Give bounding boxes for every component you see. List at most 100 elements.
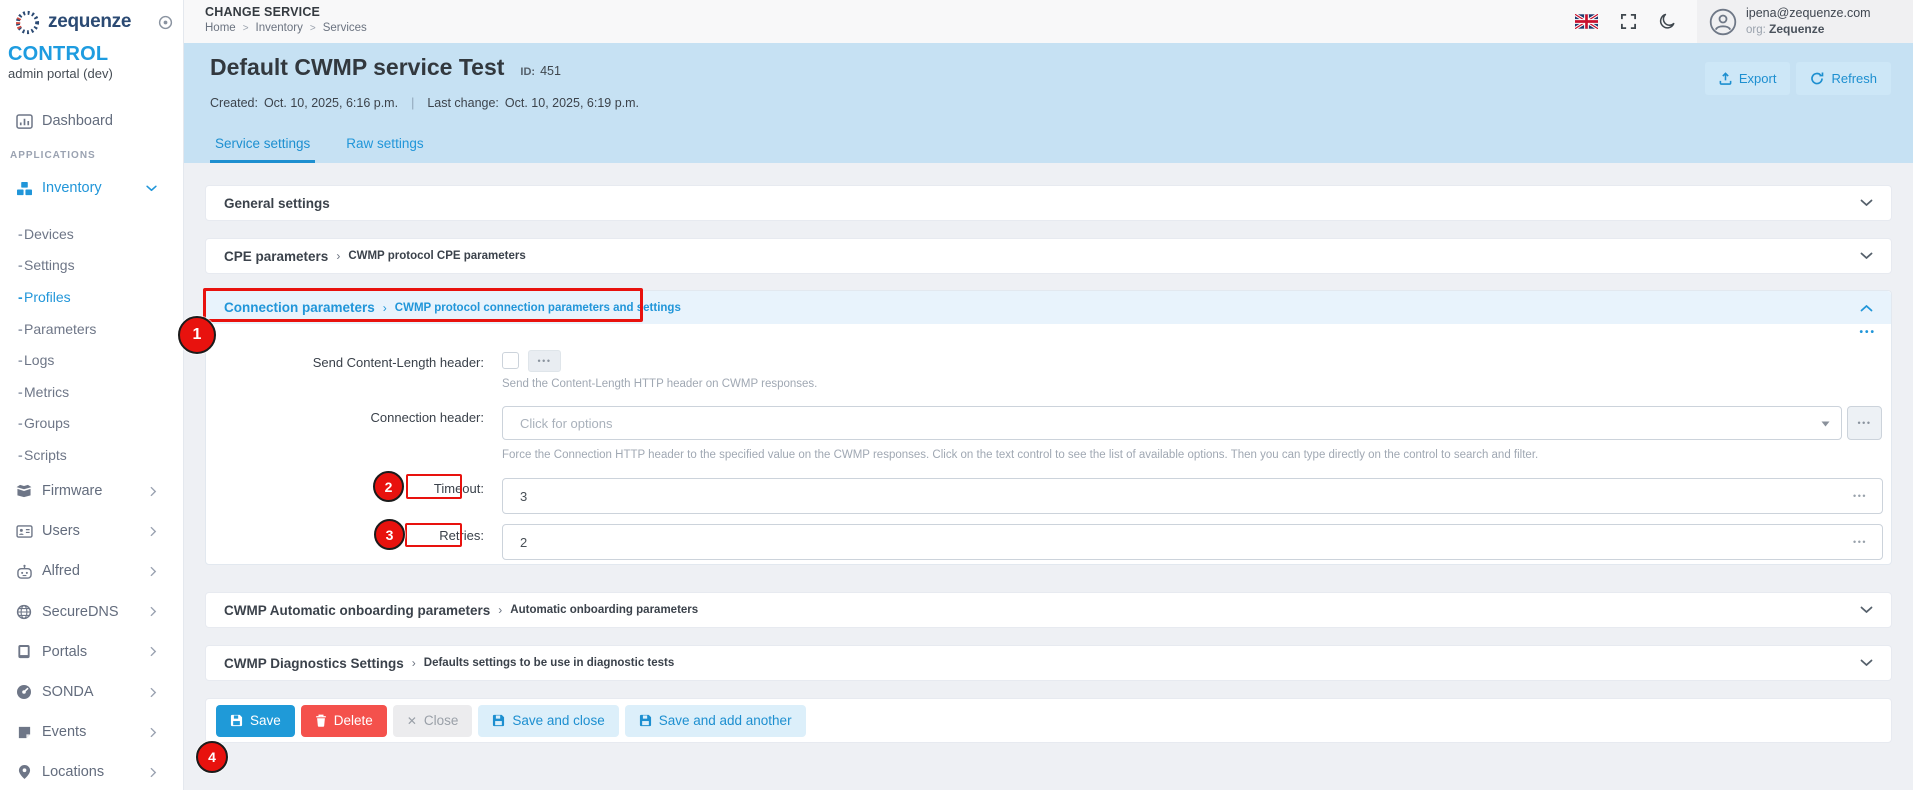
map-pin-icon bbox=[14, 764, 34, 780]
retries-input[interactable] bbox=[502, 524, 1883, 560]
retries-ellipsis-icon[interactable]: ••• bbox=[1853, 537, 1867, 547]
content-length-checkbox[interactable] bbox=[502, 352, 519, 369]
sidebar: zequenze CONTROL admin portal (dev) Dash… bbox=[0, 0, 184, 790]
accordion-header[interactable]: CWMP Automatic onboarding parameters › A… bbox=[206, 593, 1891, 627]
topbar: CHANGE SERVICE Home > Inventory > Servic… bbox=[184, 0, 1913, 43]
boxes-icon bbox=[14, 181, 34, 196]
brand-logo[interactable]: zequenze bbox=[14, 7, 173, 37]
sidebar-item-label: Settings bbox=[22, 257, 75, 273]
user-menu[interactable]: ipena@zequenze.com org: Zequenze bbox=[1697, 0, 1913, 43]
connection-header-combobox[interactable] bbox=[502, 406, 1842, 440]
sidebar-item-inventory[interactable]: Inventory bbox=[0, 173, 183, 203]
refresh-label: Refresh bbox=[1831, 71, 1877, 86]
gauge-icon bbox=[14, 684, 34, 700]
sidebar-item-groups[interactable]: -Groups bbox=[0, 408, 183, 440]
accordion-general-settings: General settings bbox=[205, 185, 1892, 221]
export-button[interactable]: Export bbox=[1705, 62, 1791, 95]
sidebar-item-scripts[interactable]: -Scripts bbox=[0, 439, 183, 471]
fullscreen-icon[interactable] bbox=[1620, 13, 1637, 30]
dash-icon: - bbox=[0, 384, 22, 400]
save-label: Save bbox=[250, 713, 281, 728]
section-subtitle: CWMP protocol CPE parameters bbox=[348, 250, 525, 262]
save-and-close-button[interactable]: Save and close bbox=[478, 705, 618, 737]
section-menu-ellipsis-icon[interactable]: ••• bbox=[1859, 327, 1876, 338]
sidebar-item-metrics[interactable]: -Metrics bbox=[0, 376, 183, 408]
close-icon: ✕ bbox=[407, 714, 417, 728]
chevron-right-icon bbox=[150, 486, 157, 497]
chevron-down-icon bbox=[1860, 252, 1873, 260]
delete-label: Delete bbox=[334, 713, 373, 728]
close-button[interactable]: ✕ Close bbox=[393, 705, 473, 737]
service-meta: Created: Oct. 10, 2025, 6:16 p.m. | Last… bbox=[210, 96, 639, 110]
dash-icon: - bbox=[0, 289, 22, 305]
topbar-icons bbox=[1575, 0, 1676, 43]
sidebar-item-devices[interactable]: -Devices bbox=[0, 218, 183, 250]
org-value: Zequenze bbox=[1769, 22, 1824, 36]
connection-header-label: Connection header: bbox=[206, 409, 484, 426]
sidebar-item-users[interactable]: Users bbox=[0, 511, 183, 551]
dash-icon: - bbox=[0, 415, 22, 431]
content-length-options-button[interactable]: ••• bbox=[528, 350, 561, 372]
language-flag-icon[interactable] bbox=[1575, 14, 1598, 29]
save-and-add-another-button[interactable]: Save and add another bbox=[625, 705, 806, 737]
export-icon bbox=[1719, 72, 1732, 85]
sidebar-item-locations[interactable]: Locations bbox=[0, 752, 183, 790]
sidebar-item-logs[interactable]: -Logs bbox=[0, 344, 183, 376]
sidebar-item-events[interactable]: Events bbox=[0, 712, 183, 752]
sidebar-item-firmware[interactable]: Firmware bbox=[0, 471, 183, 511]
sidebar-item-label: Firmware bbox=[42, 483, 102, 499]
timeout-ellipsis-icon[interactable]: ••• bbox=[1853, 491, 1867, 501]
section-separator: › bbox=[412, 656, 416, 670]
page-title: CHANGE SERVICE bbox=[205, 5, 367, 19]
refresh-button[interactable]: Refresh bbox=[1796, 62, 1891, 95]
save-floppy-icon bbox=[230, 714, 243, 727]
save-floppy-icon bbox=[492, 714, 505, 727]
accordion-header[interactable]: General settings bbox=[206, 186, 1891, 220]
sidebar-item-portals[interactable]: Portals bbox=[0, 632, 183, 672]
dark-mode-moon-icon[interactable] bbox=[1659, 13, 1676, 30]
section-separator: › bbox=[336, 249, 340, 263]
caret-down-icon bbox=[1821, 421, 1830, 427]
sidebar-item-parameters[interactable]: -Parameters bbox=[0, 313, 183, 345]
accordion-header[interactable]: Connection parameters › CWMP protocol co… bbox=[206, 291, 1891, 324]
timeout-field: ••• bbox=[502, 478, 1883, 514]
timeout-input[interactable] bbox=[502, 478, 1883, 514]
chevron-down-icon bbox=[1860, 659, 1873, 667]
sidebar-item-settings[interactable]: -Settings bbox=[0, 250, 183, 282]
delete-button[interactable]: Delete bbox=[301, 705, 387, 737]
tab-bar: Service settings Raw settings bbox=[210, 136, 429, 163]
content-length-label: Send Content-Length header: bbox=[206, 354, 484, 371]
chevron-down-icon bbox=[1860, 606, 1873, 614]
sidebar-item-sonda[interactable]: SONDA bbox=[0, 672, 183, 712]
sidebar-item-label: Metrics bbox=[22, 384, 69, 400]
section-separator: › bbox=[383, 301, 387, 315]
breadcrumb: Home > Inventory > Services bbox=[205, 22, 367, 34]
save-button[interactable]: Save bbox=[216, 705, 295, 737]
breadcrumb-home[interactable]: Home bbox=[205, 22, 236, 34]
sidebar-item-securedns[interactable]: SecureDNS bbox=[0, 592, 183, 632]
breadcrumb-services[interactable]: Services bbox=[323, 22, 367, 34]
sidebar-item-label: Groups bbox=[22, 415, 70, 431]
sidebar-pin-icon[interactable] bbox=[158, 15, 173, 30]
section-title: CPE parameters bbox=[224, 249, 328, 264]
sidebar-item-alfred[interactable]: Alfred bbox=[0, 551, 183, 591]
content-area: General settings CPE parameters › CWMP p… bbox=[184, 163, 1913, 790]
section-separator: › bbox=[498, 603, 502, 617]
tab-raw-settings[interactable]: Raw settings bbox=[341, 136, 428, 163]
sidebar-item-label: SONDA bbox=[42, 684, 94, 700]
sidebar-item-label: Locations bbox=[42, 764, 104, 780]
user-avatar-icon bbox=[1709, 8, 1737, 36]
timeout-label: Timeout: bbox=[206, 480, 484, 497]
open-box-icon bbox=[14, 484, 34, 498]
breadcrumb-inventory[interactable]: Inventory bbox=[256, 22, 303, 34]
connection-header-input[interactable] bbox=[503, 407, 1841, 439]
sidebar-item-dashboard[interactable]: Dashboard bbox=[0, 106, 183, 136]
sidebar-item-label: Parameters bbox=[22, 321, 96, 337]
tab-service-settings[interactable]: Service settings bbox=[210, 136, 315, 163]
content-length-help: Send the Content-Length HTTP header on C… bbox=[502, 377, 817, 391]
connection-header-options-button[interactable]: ••• bbox=[1847, 406, 1882, 440]
accordion-header[interactable]: CPE parameters › CWMP protocol CPE param… bbox=[206, 239, 1891, 273]
save-and-add-another-label: Save and add another bbox=[659, 713, 792, 728]
sidebar-item-profiles[interactable]: -Profiles bbox=[0, 281, 183, 313]
accordion-header[interactable]: CWMP Diagnostics Settings › Defaults set… bbox=[206, 646, 1891, 680]
